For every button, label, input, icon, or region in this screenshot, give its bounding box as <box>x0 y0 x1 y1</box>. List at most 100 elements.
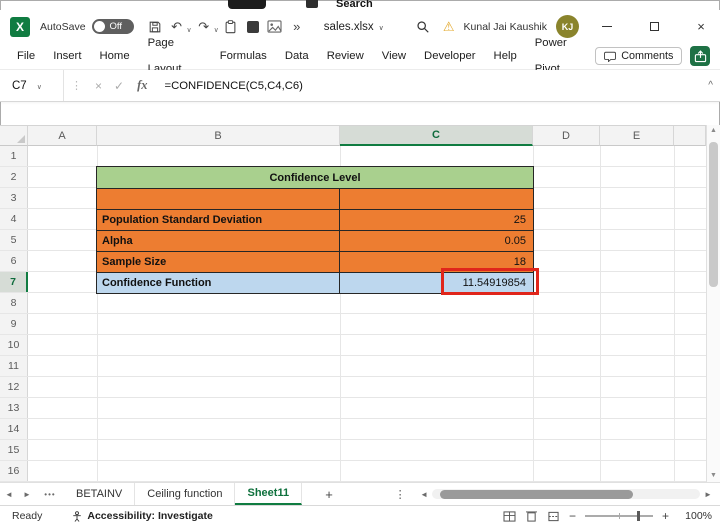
column-header-partial[interactable] <box>674 126 706 146</box>
zoom-out-button[interactable]: − <box>569 509 576 523</box>
column-header-e[interactable]: E <box>600 126 674 146</box>
table-row: Alpha 0.05 <box>97 230 533 251</box>
horizontal-scroll-thumb[interactable] <box>440 489 633 499</box>
cell-b4[interactable]: Population Standard Deviation <box>97 210 340 230</box>
row-header-14[interactable]: 14 <box>0 419 28 439</box>
ribbon-tab-view[interactable]: View <box>373 43 415 69</box>
row-header-16[interactable]: 16 <box>0 461 28 481</box>
page-break-view-button[interactable] <box>547 511 560 522</box>
clipboard-icon[interactable] <box>222 15 240 39</box>
sheet-tab-ceiling-function[interactable]: Ceiling function <box>135 483 236 505</box>
grid-row-12: 12 <box>0 377 706 398</box>
row-header-13[interactable]: 13 <box>0 398 28 418</box>
zoom-level[interactable]: 100% <box>678 510 712 522</box>
share-button[interactable] <box>690 46 710 66</box>
sheet-nav-left-icon[interactable]: ◄ <box>0 483 18 505</box>
share-icon <box>694 49 706 62</box>
column-header-c[interactable]: C <box>340 126 533 146</box>
cell-b7[interactable]: Confidence Function <box>97 273 340 293</box>
autosave-switch[interactable]: Off <box>91 19 134 34</box>
row-header-3[interactable]: 3 <box>0 188 28 208</box>
document-title[interactable]: sales.xlsx ∨ <box>324 21 384 33</box>
vertical-scroll-thumb[interactable] <box>709 142 718 287</box>
cell-b5[interactable]: Alpha <box>97 231 340 251</box>
row-header-11[interactable]: 11 <box>0 356 28 376</box>
formula-bar-splitter[interactable]: ⋮ <box>71 79 82 92</box>
ribbon-tab-file[interactable]: File <box>8 43 44 69</box>
sheet-tab-sheet11[interactable]: Sheet11 <box>235 483 303 505</box>
accessibility-status[interactable]: Accessibility: Investigate <box>72 510 213 522</box>
more-commands-icon[interactable]: » <box>288 15 306 39</box>
maximize-button[interactable] <box>635 13 673 41</box>
grid-row-9: 9 <box>0 314 706 335</box>
sheet-tab-betainv[interactable]: BETAINV <box>64 483 136 505</box>
cancel-icon[interactable]: × <box>95 79 102 93</box>
redo-dropdown-icon[interactable]: ∨ <box>214 20 219 34</box>
sheet-tab-overflow[interactable]: ••• <box>36 483 64 505</box>
name-box[interactable]: C7 ∨ <box>0 70 64 101</box>
ribbon-tab-review[interactable]: Review <box>318 43 373 69</box>
row-header-9[interactable]: 9 <box>0 314 28 334</box>
ribbon-tab-help[interactable]: Help <box>485 43 526 69</box>
row-header-2[interactable]: 2 <box>0 167 28 187</box>
row-header-5[interactable]: 5 <box>0 230 28 250</box>
select-all-button[interactable] <box>0 126 28 146</box>
insert-function-icon[interactable]: fx <box>137 78 147 93</box>
normal-view-button[interactable] <box>503 510 516 522</box>
excel-logo-icon[interactable]: X <box>10 16 30 37</box>
sheet-tab-menu-icon[interactable]: ⋮ <box>390 483 410 505</box>
horizontal-scroll-track[interactable] <box>432 489 700 499</box>
excel-window: Search X AutoSave Off ↶ ∨ ↷ ∨ » sales.xl… <box>0 0 720 526</box>
picture-icon[interactable] <box>266 15 284 39</box>
row-header-15[interactable]: 15 <box>0 440 28 460</box>
row-header-6[interactable]: 6 <box>0 251 28 271</box>
horizontal-scrollbar[interactable]: ◄ ► <box>418 483 714 505</box>
row-header-8[interactable]: 8 <box>0 293 28 313</box>
cell-b2-title[interactable]: Confidence Level <box>97 167 533 188</box>
cell-c5[interactable]: 0.05 <box>340 231 533 251</box>
row-header-7[interactable]: 7 <box>0 272 28 292</box>
formula-input[interactable]: =CONFIDENCE(C5,C4,C6) <box>165 80 303 92</box>
warning-icon[interactable]: ⚠ <box>443 19 455 35</box>
cell-b3[interactable] <box>97 189 340 209</box>
worksheet-grid[interactable]: 1 2 3 4 5 6 7 8 9 10 11 12 13 14 15 16 C… <box>0 146 706 482</box>
ribbon-tab-home[interactable]: Home <box>90 43 138 69</box>
column-header-b[interactable]: B <box>97 126 340 146</box>
enter-icon[interactable]: ✓ <box>114 79 124 93</box>
row-header-12[interactable]: 12 <box>0 377 28 397</box>
row-header-1[interactable]: 1 <box>0 146 28 166</box>
zoom-slider-thumb[interactable] <box>636 511 640 521</box>
cell-b6[interactable]: Sample Size <box>97 252 340 272</box>
comments-button[interactable]: Comments <box>595 47 683 65</box>
add-sheet-button[interactable]: + <box>314 483 344 505</box>
addin-icon[interactable] <box>244 15 262 39</box>
sheet-nav-right-icon[interactable]: ► <box>18 483 36 505</box>
zoom-slider[interactable] <box>584 511 653 521</box>
name-box-dropdown-icon[interactable]: ∨ <box>37 80 42 91</box>
cell-c4[interactable]: 25 <box>340 210 533 230</box>
grid-row-14: 14 <box>0 419 706 440</box>
zoom-in-button[interactable]: + <box>662 509 669 523</box>
cell-c3[interactable] <box>340 189 533 209</box>
column-header-d[interactable]: D <box>533 126 600 146</box>
scroll-left-icon[interactable]: ◄ <box>418 490 430 499</box>
scroll-up-icon[interactable]: ▲ <box>707 127 720 134</box>
name-box-value: C7 <box>12 79 27 92</box>
page-layout-view-button[interactable] <box>525 510 538 522</box>
formula-bar: C7 ∨ ⋮ × ✓ fx =CONFIDENCE(C5,C4,C6) ^ <box>0 70 720 102</box>
column-header-a[interactable]: A <box>28 126 97 146</box>
search-icon[interactable] <box>414 15 432 39</box>
autosave-toggle[interactable]: AutoSave Off <box>40 19 134 34</box>
ribbon-tab-insert[interactable]: Insert <box>44 43 90 69</box>
row-header-4[interactable]: 4 <box>0 209 28 229</box>
ribbon-tab-formulas[interactable]: Formulas <box>211 43 276 69</box>
scroll-right-icon[interactable]: ► <box>702 490 714 499</box>
formula-bar-collapse-button[interactable]: ^ <box>708 80 713 91</box>
row-header-10[interactable]: 10 <box>0 335 28 355</box>
autosave-label: AutoSave <box>40 20 86 33</box>
scroll-down-icon[interactable]: ▼ <box>707 472 720 479</box>
vertical-scrollbar[interactable]: ▲ ▼ <box>706 125 720 482</box>
ribbon-tab-data[interactable]: Data <box>276 43 318 69</box>
ribbon-tab-developer[interactable]: Developer <box>415 43 485 69</box>
close-button[interactable]: × <box>682 13 720 41</box>
